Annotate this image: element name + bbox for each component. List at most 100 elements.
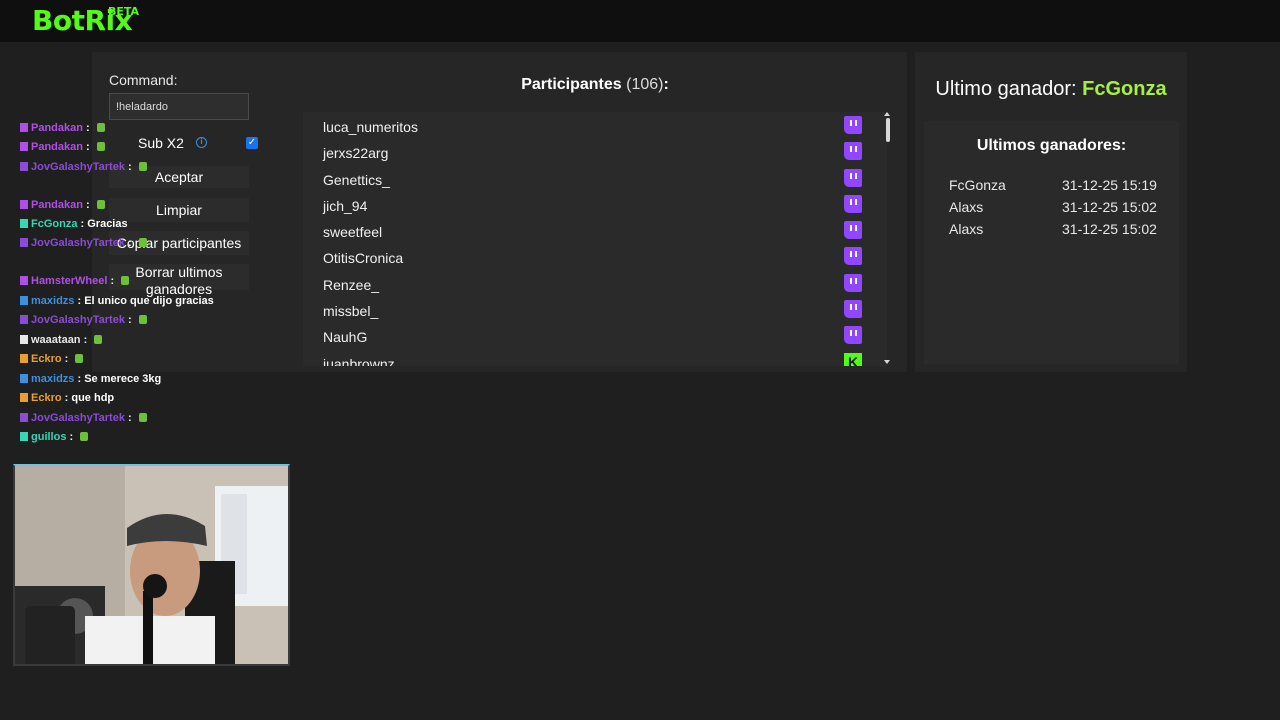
chat-text: que hdp	[71, 392, 115, 404]
scroll-down-arrow-icon[interactable]	[884, 360, 890, 364]
beta-badge: BETA	[108, 5, 140, 18]
list-scrollbar[interactable]	[883, 112, 891, 366]
chat-username: FcGonza	[31, 218, 78, 230]
chat-message: JovGalashyTartek :	[20, 161, 151, 173]
last-winner-name: FcGonza	[1082, 78, 1167, 100]
emote-icon	[96, 123, 105, 132]
chat-username: Pandakan	[31, 199, 83, 211]
chat-message: Pandakan :	[20, 122, 109, 134]
emote-icon	[96, 200, 105, 209]
top-bar: BotRix BETA	[0, 0, 1280, 42]
emote-icon	[75, 354, 84, 363]
chat-text: Gracias	[87, 218, 128, 230]
chat-username: waaataan	[31, 334, 81, 346]
emote-icon	[94, 335, 103, 344]
chat-message: maxidzs : Se merece 3kg	[20, 373, 161, 385]
participants-title: Participantes (106):	[521, 76, 669, 93]
chat-text: Se merece 3kg	[84, 373, 162, 385]
participants-count: (106)	[626, 76, 664, 93]
recent-winners-box	[924, 121, 1179, 364]
chat-message: Pandakan :	[20, 199, 109, 211]
badge-icon	[20, 393, 28, 402]
chat-message: JovGalashyTartek :	[20, 412, 151, 424]
list-item[interactable]: juanbrownz K	[303, 349, 887, 366]
participants-list[interactable]: luca_numeritos jerxs22arg Genettics_ jic…	[303, 112, 887, 366]
sub-x2-label: Sub X2	[138, 135, 184, 151]
winner-date: 31-12-25 15:02	[1062, 199, 1157, 215]
badge-icon	[20, 374, 28, 383]
winner-date: 31-12-25 15:19	[1062, 177, 1157, 193]
chat-username: HamsterWheel	[31, 275, 108, 287]
badge-icon	[20, 296, 28, 305]
command-input[interactable]	[109, 93, 249, 120]
chat-username: JovGalashyTartek	[31, 237, 125, 249]
chat-message: Eckro : que hdp	[20, 392, 114, 404]
winner-date: 31-12-25 15:02	[1062, 221, 1157, 237]
twitch-icon	[844, 142, 862, 161]
last-winner: Ultimo ganador: FcGonza	[935, 78, 1167, 100]
chat-username: maxidzs	[31, 373, 75, 385]
emote-icon	[80, 432, 89, 441]
emote-icon	[96, 142, 105, 151]
chat-username: guillos	[31, 431, 67, 443]
badge-icon	[20, 219, 28, 228]
list-item[interactable]: missbel_	[303, 296, 887, 322]
emote-icon	[138, 413, 147, 422]
chat-username: Eckro	[31, 353, 62, 365]
badge-icon	[20, 238, 28, 247]
badge-icon	[20, 276, 28, 285]
badge-icon	[20, 123, 28, 132]
badge-icon	[20, 315, 28, 324]
sub-x2-checkbox[interactable]: ✓	[246, 137, 258, 149]
emote-icon	[138, 238, 147, 247]
emote-icon	[121, 276, 130, 285]
list-item[interactable]: luca_numeritos	[303, 112, 887, 138]
command-label: Command:	[109, 72, 178, 88]
twitch-icon	[844, 168, 862, 187]
badge-icon	[20, 413, 28, 422]
recent-winners-title: Ultimos ganadores:	[976, 137, 1127, 154]
list-item[interactable]: jerxs22arg	[303, 138, 887, 164]
list-item[interactable]: jich_94	[303, 191, 887, 217]
clear-button[interactable]: Limpiar	[109, 198, 249, 222]
webcam-overlay	[13, 464, 290, 666]
twitch-icon	[844, 116, 862, 134]
chat-username: Pandakan	[31, 122, 83, 134]
twitch-icon	[844, 221, 862, 240]
badge-icon	[20, 335, 28, 344]
twitch-icon	[844, 273, 862, 292]
badge-icon	[20, 162, 28, 171]
sub-x2-option: Sub X2 i ✓	[109, 134, 261, 154]
webcam-feed-image	[15, 466, 288, 664]
emote-icon	[138, 162, 147, 171]
chat-username: Pandakan	[31, 141, 83, 153]
list-item[interactable]: Genettics_	[303, 165, 887, 191]
badge-icon	[20, 142, 28, 151]
list-item[interactable]: NauhG	[303, 322, 887, 348]
badge-icon	[20, 432, 28, 441]
winner-name: FcGonza	[949, 177, 1006, 193]
kick-icon: K	[844, 352, 862, 366]
info-icon[interactable]: i	[196, 137, 207, 148]
emote-icon	[138, 315, 147, 324]
twitch-icon	[844, 247, 862, 266]
chat-username: Eckro	[31, 392, 62, 404]
chat-text: El unico que dijo gracias	[84, 295, 214, 307]
twitch-icon	[844, 194, 862, 213]
chat-message: HamsterWheel :	[20, 275, 133, 287]
list-item[interactable]: Renzee_	[303, 270, 887, 296]
scrollbar-thumb[interactable]	[886, 118, 890, 142]
chat-message: guillos :	[20, 431, 92, 443]
chat-message: FcGonza : Gracias	[20, 218, 128, 230]
list-item[interactable]: OtitisCronica	[303, 243, 887, 269]
chat-message: maxidzs : El unico que dijo gracias	[20, 295, 214, 307]
chat-username: JovGalashyTartek	[31, 314, 125, 326]
chat-message: Eckro :	[20, 353, 87, 365]
chat-username: JovGalashyTartek	[31, 412, 125, 424]
chat-username: JovGalashyTartek	[31, 161, 125, 173]
scroll-up-arrow-icon[interactable]	[884, 112, 890, 116]
list-item[interactable]: sweetfeel	[303, 217, 887, 243]
chat-message: JovGalashyTartek :	[20, 237, 151, 249]
chat-message: JovGalashyTartek :	[20, 314, 151, 326]
badge-icon	[20, 200, 28, 209]
